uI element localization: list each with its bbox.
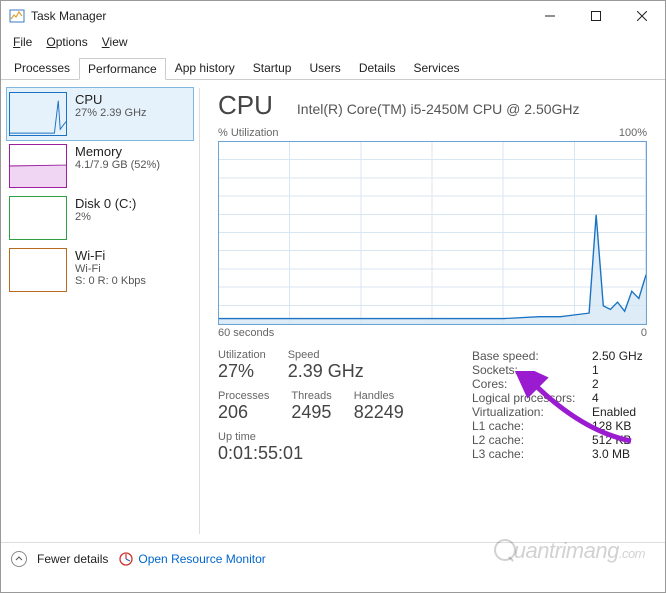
chart-xright: 0 — [641, 327, 647, 339]
logical-v: 4 — [592, 391, 599, 405]
proc-label: Processes — [218, 390, 269, 402]
cpu-title: CPU — [75, 92, 147, 107]
open-resource-monitor-link[interactable]: Open Resource Monitor — [118, 551, 265, 567]
l1-v: 128 KB — [592, 419, 631, 433]
task-manager-icon — [9, 8, 25, 24]
cores-v: 2 — [592, 377, 599, 391]
menu-file[interactable]: File — [7, 33, 38, 51]
tab-processes[interactable]: Processes — [5, 57, 79, 79]
l2-v: 512 KB — [592, 433, 631, 447]
uptime-value: 0:01:55:01 — [218, 443, 448, 464]
sidebar-item-wifi[interactable]: Wi-FiWi-FiS: 0 R: 0 Kbps — [7, 244, 193, 296]
wifi-title: Wi-Fi — [75, 248, 146, 263]
cpu-heading: CPU — [218, 90, 273, 121]
performance-sidebar: CPU27% 2.39 GHz Memory4.1/7.9 GB (52%) D… — [1, 80, 199, 542]
base-speed-k: Base speed: — [472, 349, 592, 363]
tab-performance[interactable]: Performance — [79, 58, 166, 80]
logical-k: Logical processors: — [472, 391, 592, 405]
speed-label: Speed — [288, 349, 364, 361]
resource-monitor-icon — [118, 551, 134, 567]
wifi-mini-chart — [9, 248, 67, 292]
cpu-utilization-chart — [218, 141, 647, 325]
cpu-mini-chart — [9, 92, 67, 136]
sidebar-item-memory[interactable]: Memory4.1/7.9 GB (52%) — [7, 140, 193, 192]
disk-mini-chart — [9, 196, 67, 240]
l1-k: L1 cache: — [472, 419, 592, 433]
sidebar-item-cpu[interactable]: CPU27% 2.39 GHz — [7, 88, 193, 140]
chart-ymax: 100% — [619, 127, 647, 139]
util-label: Utilization — [218, 349, 266, 361]
menu-view[interactable]: View — [96, 33, 134, 51]
menu-options[interactable]: Options — [40, 33, 93, 51]
maximize-button[interactable] — [573, 1, 619, 31]
sockets-v: 1 — [592, 363, 599, 377]
disk-title: Disk 0 (C:) — [75, 196, 136, 211]
wifi-sub2: S: 0 R: 0 Kbps — [75, 275, 146, 287]
util-value: 27% — [218, 361, 266, 382]
virt-v: Enabled — [592, 405, 636, 419]
memory-sub: 4.1/7.9 GB (52%) — [75, 159, 160, 171]
wifi-sub: Wi-Fi — [75, 263, 146, 275]
tab-users[interactable]: Users — [300, 57, 349, 79]
speed-value: 2.39 GHz — [288, 361, 364, 382]
disk-sub: 2% — [75, 211, 136, 223]
l3-v: 3.0 MB — [592, 447, 630, 461]
cores-k: Cores: — [472, 377, 592, 391]
sidebar-item-disk[interactable]: Disk 0 (C:)2% — [7, 192, 193, 244]
base-speed-v: 2.50 GHz — [592, 349, 643, 363]
l3-k: L3 cache: — [472, 447, 592, 461]
fewer-details-link[interactable]: Fewer details — [37, 552, 108, 566]
tab-app-history[interactable]: App history — [166, 57, 244, 79]
memory-title: Memory — [75, 144, 160, 159]
sockets-k: Sockets: — [472, 363, 592, 377]
tab-startup[interactable]: Startup — [244, 57, 301, 79]
virt-k: Virtualization: — [472, 405, 592, 419]
tab-bar: Processes Performance App history Startu… — [1, 57, 665, 80]
chart-ylabel: % Utilization — [218, 127, 279, 139]
handles-label: Handles — [354, 390, 404, 402]
handles-value: 82249 — [354, 402, 404, 423]
threads-value: 2495 — [291, 402, 331, 423]
chart-xleft: 60 seconds — [218, 327, 274, 339]
close-button[interactable] — [619, 1, 665, 31]
tab-services[interactable]: Services — [405, 57, 469, 79]
cpu-detail-panel: CPU Intel(R) Core(TM) i5-2450M CPU @ 2.5… — [200, 80, 665, 542]
footer-bar: Fewer details Open Resource Monitor — [1, 542, 665, 575]
titlebar: Task Manager — [1, 1, 665, 31]
minimize-button[interactable] — [527, 1, 573, 31]
tab-details[interactable]: Details — [350, 57, 405, 79]
cpu-name: Intel(R) Core(TM) i5-2450M CPU @ 2.50GHz — [297, 101, 580, 117]
cpu-sub: 27% 2.39 GHz — [75, 107, 147, 119]
chevron-up-icon[interactable] — [11, 551, 27, 567]
window-title: Task Manager — [31, 9, 527, 23]
threads-label: Threads — [291, 390, 331, 402]
uptime-label: Up time — [218, 431, 448, 443]
menubar: File Options View — [1, 31, 665, 53]
l2-k: L2 cache: — [472, 433, 592, 447]
memory-mini-chart — [9, 144, 67, 188]
proc-value: 206 — [218, 402, 269, 423]
